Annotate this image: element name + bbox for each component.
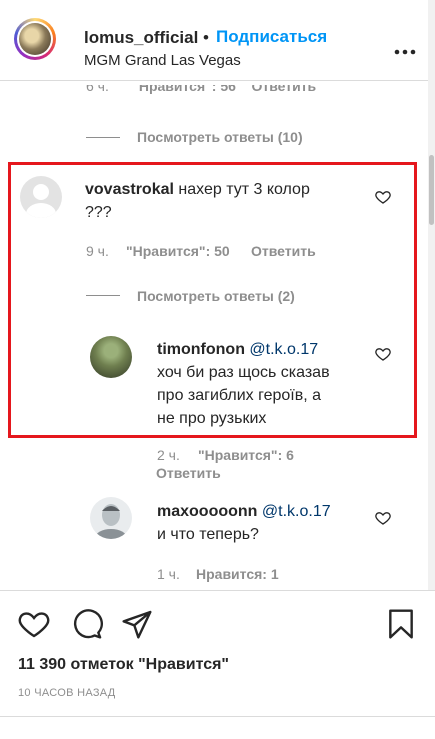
like-comment-heart-icon[interactable] [375, 189, 391, 210]
comment-text: vovastrokal нахер тут 3 колор ??? [85, 181, 310, 221]
comment-icon[interactable] [71, 608, 103, 645]
reply-time: 2 ч. [157, 447, 180, 463]
reply-username[interactable]: maxooooonn [157, 503, 257, 520]
comment-likes-count[interactable]: "Нравится": 50 [126, 243, 230, 259]
view-replies-button[interactable]: Посмотреть ответы (10) [137, 129, 303, 145]
comments-scrollbar-track[interactable] [428, 0, 435, 590]
heart-icon[interactable] [18, 608, 50, 645]
like-reply-heart-icon[interactable] [375, 346, 391, 367]
comments-scrollbar-thumb[interactable] [429, 155, 434, 225]
post-location[interactable]: MGM Grand Las Vegas [84, 52, 241, 69]
profile-avatar[interactable] [14, 18, 56, 60]
commenter-username[interactable]: vovastrokal [85, 181, 174, 198]
footer-divider [0, 716, 435, 717]
replies-line [86, 295, 120, 296]
reply-avatar[interactable] [90, 336, 132, 378]
reply-text: maxooooonn @t.k.o.17 и что теперь? [157, 503, 331, 543]
reply-likes-count[interactable]: Нравится: 1 [196, 566, 279, 582]
share-icon[interactable] [121, 608, 153, 645]
reply-mention[interactable]: @t.k.o.17 [262, 503, 331, 520]
separator-dot: • [203, 28, 209, 47]
replies-line [86, 137, 120, 138]
reply-time: 1 ч. [157, 566, 180, 582]
prev-comment-meta: 6 ч. "Нравится": 56 Ответить [86, 85, 317, 94]
view-replies-button[interactable]: Посмотреть ответы (2) [137, 288, 295, 304]
post-author-username[interactable]: lomus_official [84, 28, 198, 48]
more-options-icon[interactable] [394, 39, 416, 60]
reply-text: timonfonon @t.k.o.17 хоч би раз щось ска… [157, 341, 330, 427]
reply-button[interactable]: Ответить [251, 243, 316, 259]
reply-avatar[interactable] [90, 497, 132, 539]
actions-divider [0, 590, 435, 591]
reply-mention[interactable]: @t.k.o.17 [249, 341, 318, 358]
bookmark-icon[interactable] [385, 608, 417, 645]
likes-count[interactable]: 11 390 отметок "Нравится" [18, 656, 229, 674]
like-reply-heart-icon[interactable] [375, 510, 391, 531]
header-divider [0, 80, 435, 81]
reply-likes-count[interactable]: "Нравится": 6 [198, 447, 294, 463]
comment-meta: 9 ч. [86, 243, 109, 259]
reply-reply-button[interactable]: Ответить [156, 465, 221, 481]
post-timestamp[interactable]: 10 ЧАСОВ НАЗАД [18, 687, 116, 699]
reply-username[interactable]: timonfonon [157, 341, 245, 358]
follow-button[interactable]: Подписаться [216, 27, 327, 47]
commenter-avatar[interactable] [20, 176, 62, 218]
